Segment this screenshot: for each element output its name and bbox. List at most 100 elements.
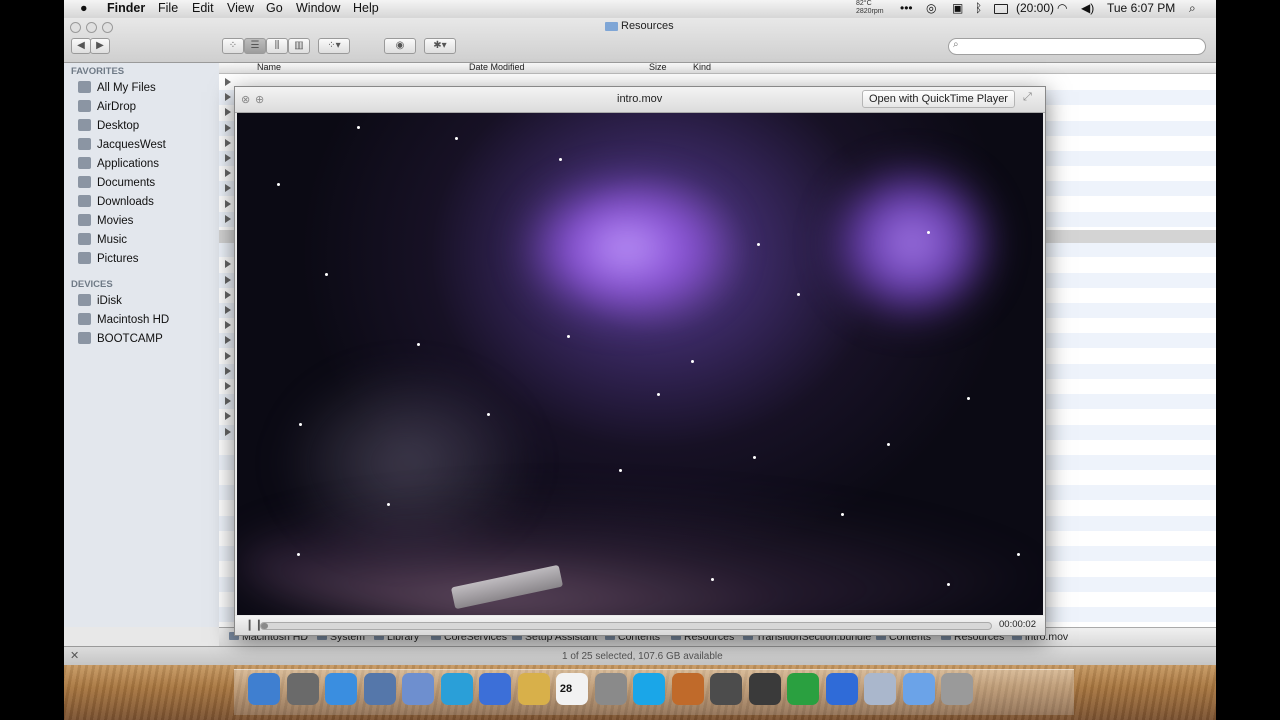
spotlight-icon[interactable]: ⌕ — [1189, 1, 1196, 16]
disclosure-triangle-icon[interactable] — [225, 306, 231, 314]
trash-icon[interactable] — [941, 673, 973, 705]
fullscreen-icon[interactable]: ⊕ — [255, 93, 264, 106]
time-machine-icon[interactable]: ◎ — [926, 1, 936, 15]
disclosure-triangle-icon[interactable] — [225, 427, 231, 436]
search-field[interactable]: ⌕ — [948, 38, 1206, 55]
sidebar-item-movies[interactable]: Movies — [78, 214, 133, 230]
disclosure-triangle-icon[interactable] — [225, 154, 231, 162]
star — [387, 503, 390, 506]
disclosure-triangle-icon[interactable] — [225, 336, 231, 345]
open-with-quicktime-button[interactable]: Open with QuickTime Player — [862, 90, 1015, 108]
quick-look-button[interactable]: ◉ — [384, 38, 416, 54]
sidebar-item-music[interactable]: Music — [78, 233, 127, 249]
sidebar-item-all-my-files[interactable]: All My Files — [78, 81, 156, 97]
video-frame[interactable] — [237, 113, 1043, 615]
disclosure-triangle-icon[interactable] — [225, 199, 231, 208]
disclosure-triangle-icon[interactable] — [225, 93, 231, 102]
sidebar-item-documents[interactable]: Documents — [78, 176, 155, 192]
zoom-button[interactable] — [102, 22, 113, 33]
itunes-icon[interactable] — [479, 673, 511, 705]
wifi-icon[interactable]: ◠ — [1057, 1, 1067, 15]
sidebar-item-pictures[interactable]: Pictures — [78, 252, 139, 268]
disclosure-triangle-icon[interactable] — [225, 412, 231, 421]
coverflow-view-button[interactable]: ▥ — [288, 38, 310, 54]
twitter-icon[interactable] — [440, 673, 473, 705]
disclosure-triangle-icon[interactable] — [225, 275, 231, 284]
disclosure-triangle-icon[interactable] — [225, 366, 231, 375]
icon-view-button[interactable]: ⁘ — [222, 38, 244, 54]
disclosure-triangle-icon[interactable] — [225, 382, 231, 390]
disclosure-triangle-icon[interactable] — [225, 138, 231, 147]
app-menu[interactable]: Finder — [107, 1, 145, 15]
disclosure-triangle-icon[interactable] — [225, 260, 231, 269]
applications-folder-icon[interactable] — [864, 673, 896, 705]
resize-handle-icon[interactable]: ✕ — [70, 649, 79, 662]
sidebar-item-idisk[interactable]: iDisk — [78, 294, 122, 310]
column-header-size[interactable]: Size — [649, 63, 667, 72]
menu-window[interactable]: Window — [296, 1, 340, 15]
utorrent-icon[interactable] — [787, 673, 819, 705]
column-header-date[interactable]: Date Modified — [469, 63, 525, 72]
close-button[interactable] — [70, 22, 81, 33]
action-menu-button[interactable]: ✱▾ — [424, 38, 456, 54]
sidebar-item-downloads[interactable]: Downloads — [78, 195, 154, 211]
facetime-icon[interactable] — [402, 673, 434, 705]
finder-titlebar: Resources ◀ ▶ ⁘ ☰ ⫼ ▥ ⁘▾ ◉ ✱▾ ⌕ — [64, 18, 1216, 63]
disclosure-triangle-icon[interactable] — [225, 108, 231, 117]
sidebar-item-home[interactable]: JacquesWest — [78, 138, 166, 154]
sidebar-item-label: BOOTCAMP — [97, 333, 163, 345]
sidebar-item-macintosh-hd[interactable]: Macintosh HD — [78, 313, 169, 329]
menu-go[interactable]: Go — [266, 1, 283, 15]
minimize-button[interactable] — [86, 22, 97, 33]
iphoto-icon[interactable] — [671, 673, 704, 705]
disclosure-triangle-icon[interactable] — [225, 321, 231, 330]
quicktime-icon[interactable] — [825, 673, 858, 705]
arrange-menu-button[interactable]: ⁘▾ — [318, 38, 350, 54]
apple-menu-icon[interactable]: ● — [80, 1, 88, 15]
finder-icon[interactable] — [248, 673, 280, 705]
preview-icon[interactable] — [363, 673, 396, 705]
menu-edit[interactable]: Edit — [192, 1, 214, 15]
scrubber-track[interactable] — [260, 622, 992, 630]
sidebar-item-applications[interactable]: Applications — [78, 157, 159, 173]
volume-icon[interactable]: ◀) — [1081, 1, 1094, 15]
skype-icon[interactable] — [633, 673, 665, 705]
downloads-folder-icon[interactable] — [902, 673, 935, 705]
lock-icon[interactable]: ▣ — [952, 1, 963, 15]
dots-menu-icon[interactable]: ••• — [900, 1, 913, 15]
disclosure-triangle-icon[interactable] — [225, 123, 231, 132]
disclosure-triangle-icon[interactable] — [225, 184, 231, 193]
disclosure-triangle-icon[interactable] — [225, 169, 231, 178]
sidebar-item-label: Pictures — [97, 253, 139, 265]
disclosure-triangle-icon[interactable] — [225, 290, 231, 299]
sidebar-item-airdrop[interactable]: AirDrop — [78, 100, 136, 116]
disclosure-triangle-icon[interactable] — [225, 214, 231, 223]
disclosure-triangle-icon[interactable] — [225, 397, 231, 406]
sidebar-item-bootcamp[interactable]: BOOTCAMP — [78, 332, 163, 348]
battery-icon[interactable] — [994, 4, 1008, 14]
forward-button[interactable]: ▶ — [90, 38, 110, 54]
battery-time[interactable]: (20:00) — [1016, 1, 1054, 15]
close-icon[interactable]: ⊗ — [241, 93, 250, 106]
menu-view[interactable]: View — [227, 1, 254, 15]
disclosure-triangle-icon[interactable] — [225, 351, 231, 360]
back-button[interactable]: ◀ — [71, 38, 91, 54]
clock[interactable]: Tue 6:07 PM — [1107, 1, 1175, 15]
expand-icon[interactable]: ⤢ — [1023, 91, 1032, 104]
pineapple-icon[interactable] — [710, 673, 742, 705]
mail-icon[interactable] — [517, 673, 550, 705]
bluetooth-icon[interactable]: ᛒ — [975, 1, 982, 15]
list-view-button[interactable]: ☰ — [244, 38, 266, 54]
temperature-readout[interactable]: 82°C 2820rpm — [856, 0, 884, 16]
imovie-icon[interactable] — [748, 673, 781, 705]
launchpad-icon[interactable] — [286, 673, 319, 705]
menu-file[interactable]: File — [158, 1, 178, 15]
disclosure-triangle-icon[interactable] — [225, 78, 231, 86]
system-preferences-icon[interactable] — [594, 673, 627, 705]
safari-icon[interactable] — [325, 673, 357, 705]
menu-help[interactable]: Help — [353, 1, 379, 15]
sidebar-item-desktop[interactable]: Desktop — [78, 119, 139, 135]
column-header-name[interactable]: Name — [257, 63, 281, 72]
column-view-button[interactable]: ⫼ — [266, 38, 288, 54]
column-header-kind[interactable]: Kind — [693, 63, 711, 72]
